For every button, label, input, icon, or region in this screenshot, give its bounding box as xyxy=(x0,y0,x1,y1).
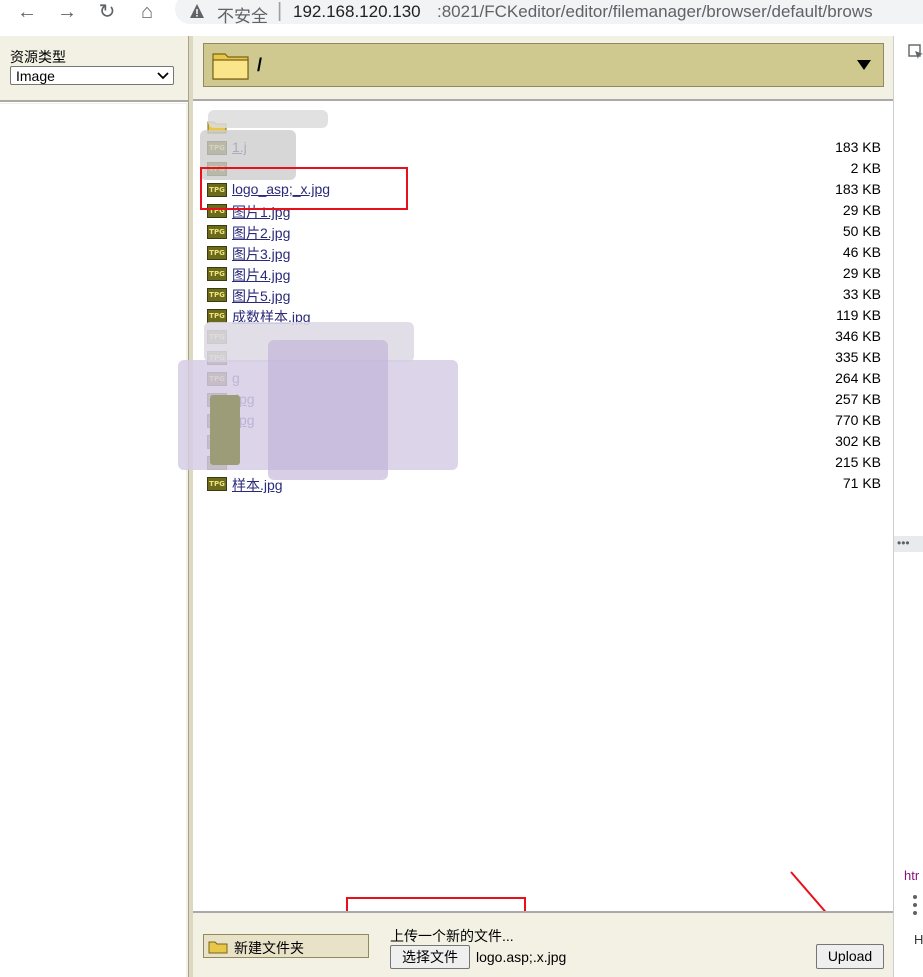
insecure-label: 不安全 xyxy=(217,7,268,26)
ellipsis-icon[interactable]: ••• xyxy=(897,536,910,550)
forward-icon[interactable]: → xyxy=(54,0,80,24)
url-path: :8021/FCKeditor/editor/filemanager/brows… xyxy=(437,2,873,21)
file-row[interactable]: TPG 图片2.jpg 50 KB xyxy=(193,221,893,242)
file-size: 346 KB xyxy=(835,328,881,344)
back-icon[interactable]: ← xyxy=(14,0,40,24)
file-name-link[interactable]: 图片2.jpg xyxy=(232,223,290,243)
redacted-blur xyxy=(268,340,388,480)
file-size: 264 KB xyxy=(835,370,881,386)
devtools-h-label: H xyxy=(914,932,923,947)
file-size: 119 KB xyxy=(836,307,881,323)
file-size: 215 KB xyxy=(835,454,881,470)
file-size: 335 KB xyxy=(835,349,881,365)
image-file-icon: TPG xyxy=(207,309,227,323)
devtools-panel: ••• htr H xyxy=(893,36,923,977)
resource-type-label: 资源类型 xyxy=(10,49,66,65)
file-name-link[interactable]: 图片3.jpg xyxy=(232,244,290,264)
file-size: 50 KB xyxy=(842,223,881,239)
file-row[interactable]: TPG1.j183 KB xyxy=(193,137,893,158)
file-size: 2 KB xyxy=(850,160,881,176)
file-size: 302 KB xyxy=(835,433,881,449)
resource-type-select[interactable]: Image xyxy=(10,66,174,85)
file-size: 71 KB xyxy=(842,475,881,491)
chevron-down-icon[interactable] xyxy=(857,60,871,70)
file-size: 183 KB xyxy=(835,139,881,155)
file-list: TPG1.j183 KBTPG2 KBTPGlogo_asp;_x.jpg183… xyxy=(193,101,893,911)
image-file-icon: TPG xyxy=(207,288,227,302)
image-file-icon: TPG xyxy=(207,225,227,239)
redacted-blur xyxy=(210,395,240,465)
file-row[interactable]: TPG 图片3.jpg 46 KB xyxy=(193,242,893,263)
bottom-toolbar: 新建文件夹 上传一个新的文件... 选择文件 logo.asp;.x.jpg U… xyxy=(193,911,893,977)
file-size: 770 KB xyxy=(835,412,881,428)
file-size: 257 KB xyxy=(835,391,881,407)
folder-icon xyxy=(208,941,228,954)
annotation-box-filename xyxy=(200,167,408,210)
image-file-icon: TPG xyxy=(207,246,227,260)
choose-file-button[interactable]: 选择文件 xyxy=(390,945,470,969)
file-name-link[interactable]: 图片4.jpg xyxy=(232,265,290,285)
file-name-link[interactable]: 图片5.jpg xyxy=(232,286,290,306)
current-path: / xyxy=(257,55,263,75)
new-folder-label: 新建文件夹 xyxy=(234,940,304,956)
file-size: 33 KB xyxy=(842,286,881,302)
address-bar[interactable]: 不安全 | 192.168.120.130 :8021/FCKeditor/ed… xyxy=(175,0,923,26)
image-file-icon: TPG xyxy=(207,477,227,491)
url-host: 192.168.120.130 xyxy=(293,2,421,21)
file-size: 29 KB xyxy=(842,265,881,281)
file-row[interactable]: TPG 图片5.jpg 33 KB xyxy=(193,284,893,305)
browser-toolbar: ← → ↻ ⌂ 不安全 | 192.168.120.130 :8021/FCKe… xyxy=(0,0,923,26)
home-icon[interactable]: ⌂ xyxy=(134,0,160,24)
reload-icon[interactable]: ↻ xyxy=(94,0,120,24)
current-folder-bar: / xyxy=(203,43,884,87)
chevron-down-icon xyxy=(157,72,169,80)
image-file-icon: TPG xyxy=(207,267,227,281)
resource-type-value: Image xyxy=(16,68,55,84)
inspect-element-icon[interactable] xyxy=(908,44,923,60)
resource-type-panel: 资源类型 Image xyxy=(0,36,188,977)
address-separator: | xyxy=(277,0,283,22)
chosen-file-name: logo.asp;.x.jpg xyxy=(476,949,567,965)
more-vertical-icon[interactable] xyxy=(912,894,918,916)
redacted-blur xyxy=(208,110,328,128)
panel-divider xyxy=(0,100,188,103)
devtools-html-fragment: htr xyxy=(904,868,920,883)
file-size: 29 KB xyxy=(842,202,881,218)
folder-open-icon xyxy=(212,53,249,80)
file-size: 46 KB xyxy=(842,244,881,260)
new-folder-button[interactable]: 新建文件夹 xyxy=(203,934,369,958)
file-row[interactable]: TPG 图片4.jpg 29 KB xyxy=(193,263,893,284)
upload-button[interactable]: Upload xyxy=(816,944,884,969)
left-panel-body xyxy=(0,104,186,977)
file-size: 183 KB xyxy=(835,181,881,197)
upload-title: 上传一个新的文件... xyxy=(390,928,514,944)
warning-icon[interactable] xyxy=(189,3,205,19)
